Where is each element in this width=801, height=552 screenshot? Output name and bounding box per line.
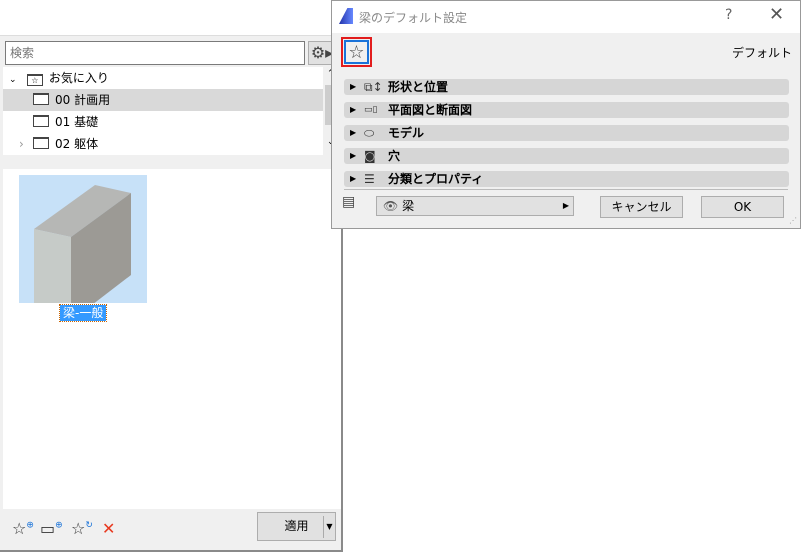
item-label[interactable]: 梁-一般 (58, 304, 108, 322)
apply-dropdown-icon[interactable]: ▼ (323, 516, 335, 538)
beam-thumbnail[interactable] (19, 175, 147, 321)
section-label: 穴 (388, 149, 401, 163)
apply-button[interactable]: 適用 ▼ (257, 512, 336, 541)
favorites-button[interactable]: ☆ (341, 37, 372, 67)
section-label: 平面図と断面図 (388, 103, 473, 117)
expand-icon: ▶ (350, 151, 357, 160)
cancel-button[interactable]: キャンセル (600, 196, 683, 218)
add-favorite-icon[interactable]: ☆⊕ (12, 519, 34, 538)
ok-button[interactable]: OK (701, 196, 784, 218)
expand-icon: ▶ (350, 174, 357, 183)
section-holes[interactable]: ▶ ◙ 穴 (344, 148, 789, 164)
title-bar: 梁のデフォルト設定 ? ✕ (332, 1, 800, 33)
tree-item-label: 01 基礎 (55, 115, 99, 129)
layer-dropdown[interactable]: 👁 梁 ▶ (376, 196, 574, 216)
expand-icon: ▶ (350, 128, 357, 137)
new-folder-icon[interactable]: ▭⊕ (40, 519, 63, 538)
chevron-down-icon[interactable]: ⌄ (9, 69, 23, 91)
beam-default-settings-dialog: 梁のデフォルト設定 ? ✕ ☆ デフォルト ▶ ⧉↕ 形状と位置 ▶ ▭▯ 平面図と断面… (331, 0, 801, 229)
expand-icon: ▶ (350, 105, 357, 114)
folder-icon (33, 93, 49, 105)
tree-item-02[interactable]: › 02 躯体 (3, 133, 323, 155)
tree-item-01[interactable]: 01 基礎 (3, 111, 323, 133)
apply-label: 適用 (284, 519, 309, 533)
tree-item-label: 02 躯体 (55, 137, 99, 151)
dialog-title: 梁のデフォルト設定 (359, 11, 468, 25)
layers-icon: ▤ (342, 194, 356, 210)
section-classification[interactable]: ▶ ☰ 分類とプロパティ (344, 171, 789, 187)
expand-icon: ▶ (350, 82, 357, 91)
tree-item-label: お気に入り (48, 71, 109, 85)
folder-icon (33, 115, 49, 127)
section-label: 分類とプロパティ (388, 172, 484, 186)
tree-item-00[interactable]: 00 計画用 (3, 89, 323, 111)
geometry-icon: ⧉↕ (364, 80, 383, 94)
layer-value: 梁 (402, 199, 415, 213)
app-logo-icon (339, 8, 353, 24)
item-view: 梁-一般 (3, 169, 341, 509)
section-label: 形状と位置 (388, 80, 449, 94)
submenu-arrow-icon: ▶ (562, 201, 569, 210)
delete-icon[interactable]: ✕ (102, 519, 115, 538)
model-icon: ⬭ (364, 126, 375, 140)
hole-icon: ◙ (364, 149, 376, 163)
section-floorplan[interactable]: ▶ ▭▯ 平面図と断面図 (344, 102, 789, 118)
favorites-panel: ⚙▸ ⌄ ☆お気に入り 00 計画用 01 基礎 ›02 躯体 ⌃ ⌄ 梁 (0, 35, 343, 552)
floorplan-icon: ▭▯ (364, 105, 378, 115)
beam-preview-icon (34, 185, 131, 321)
tree-item-label: 00 計画用 (55, 93, 111, 107)
resize-grip-icon[interactable]: ⋰ (789, 216, 797, 225)
redefine-favorite-icon[interactable]: ☆↻ (71, 519, 93, 538)
chevron-right-icon[interactable]: › (19, 133, 33, 155)
tree-item-favorites[interactable]: ⌄ ☆ お気に入り (3, 67, 323, 89)
favorites-folder-icon: ☆ (26, 74, 43, 86)
eye-icon: 👁 (383, 199, 399, 213)
section-geometry[interactable]: ▶ ⧉↕ 形状と位置 (344, 79, 789, 95)
star-icon: ☆ (344, 40, 369, 64)
favorites-label: デフォルト (731, 46, 792, 60)
help-button[interactable]: ? (725, 7, 732, 23)
section-label: モデル (388, 126, 425, 140)
document-icon: ☰ (364, 172, 375, 186)
folder-icon (33, 137, 49, 149)
search-input[interactable] (5, 41, 305, 65)
close-button[interactable]: ✕ (769, 4, 784, 25)
divider (344, 189, 788, 190)
bottom-toolbar: ☆⊕ ▭⊕ ☆↻ ✕ 適用 ▼ (0, 509, 341, 551)
section-model[interactable]: ▶ ⬭ モデル (344, 125, 789, 141)
folder-tree: ⌄ ☆お気に入り 00 計画用 01 基礎 ›02 躯体 ⌃ ⌄ (3, 67, 341, 155)
